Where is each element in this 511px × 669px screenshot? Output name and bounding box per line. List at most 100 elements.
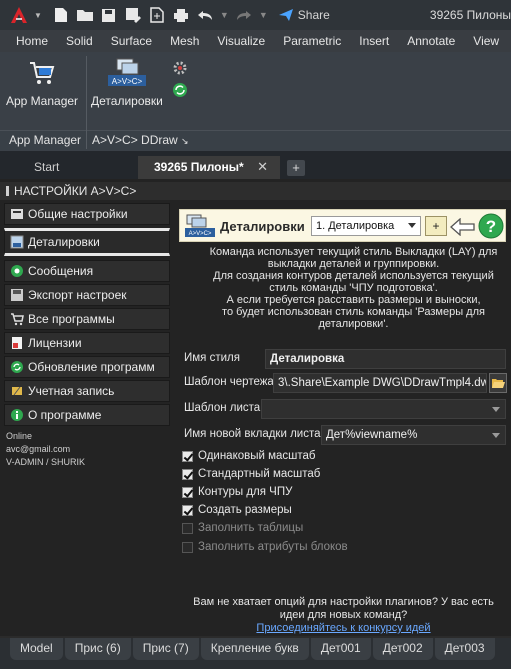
checkbox-box[interactable] xyxy=(182,450,193,462)
checkbox-label: Одинаковый масштаб xyxy=(198,450,316,462)
checkbox-box[interactable] xyxy=(182,504,193,516)
chevron-down-icon xyxy=(492,433,500,438)
nav-item-export[interactable]: Экспорт настроек xyxy=(4,284,170,306)
back-arrow-icon[interactable] xyxy=(450,218,476,236)
ribbon-tab-parametric[interactable]: Parametric xyxy=(274,30,350,52)
share-button[interactable]: Share xyxy=(278,8,330,22)
checkbox-box[interactable] xyxy=(182,468,193,480)
nav-item-all-programs[interactable]: Все программы xyxy=(4,308,170,330)
tab-name-select[interactable]: Дет%viewname% xyxy=(321,425,506,445)
sheet-template-row: Шаблон листа xyxy=(176,399,511,419)
nav-label: Экспорт настроек xyxy=(28,288,127,302)
ribbon-panel-labels: App Manager A>V>C> DDraw ↘ xyxy=(0,130,511,150)
panel-grip-icon xyxy=(6,186,9,196)
nav-item-licenses[interactable]: Лицензии xyxy=(4,332,170,354)
cart-icon xyxy=(11,313,24,326)
footer-line: Вам не хватает опций для настройки плаги… xyxy=(193,596,494,608)
layout-tab[interactable]: Крепление букв xyxy=(200,638,309,660)
checkbox-label: Контуры для ЧПУ xyxy=(198,486,293,498)
checkbox-standard-scale[interactable]: Стандартный масштаб xyxy=(182,466,320,482)
detail-icon xyxy=(10,235,24,249)
template-label: Шаблон чертежа xyxy=(184,376,274,388)
template-row: Шаблон чертежа 3\.Share\Example DWG\DDra… xyxy=(176,373,511,393)
redo-dropdown-icon[interactable]: ▼ xyxy=(259,10,268,20)
layout-tab-model[interactable]: Model xyxy=(10,638,63,660)
new-file-icon[interactable] xyxy=(52,6,70,24)
settings-dialog: НАСТРОЙКИ A>V>C> Общие настройки Деталир… xyxy=(0,179,511,636)
nav-label: Сообщения xyxy=(28,264,94,278)
undo-dropdown-icon[interactable]: ▼ xyxy=(220,10,229,20)
autocad-logo-icon[interactable] xyxy=(6,2,32,28)
nav-item-detail[interactable]: Деталировки xyxy=(4,228,170,256)
help-icon[interactable]: ? xyxy=(478,213,504,239)
app-manager-button[interactable]: App Manager xyxy=(6,58,78,108)
user-account: V-ADMIN / SHURIK xyxy=(6,457,86,467)
document-title: 39265 Пилоны xyxy=(429,8,511,22)
checkbox-box[interactable] xyxy=(182,486,193,498)
layout-tab[interactable]: Дет002 xyxy=(372,638,433,660)
messages-icon xyxy=(11,265,23,277)
open-folder-icon[interactable] xyxy=(76,6,94,24)
checkbox-create-dimensions[interactable]: Создать размеры xyxy=(182,502,292,518)
online-status: Online xyxy=(6,431,33,441)
new-tab-button[interactable]: + xyxy=(287,160,305,176)
ribbon-tab-mesh[interactable]: Mesh xyxy=(161,30,208,52)
print-icon[interactable] xyxy=(172,6,190,24)
command-bar: A>V>C> Деталировки 1. Деталировка + ? xyxy=(179,209,506,242)
description-line: выкладки деталей и группировки. xyxy=(267,258,440,270)
nav-item-messages[interactable]: Сообщения xyxy=(4,260,170,282)
ideas-contest-link[interactable]: Присоединяйтесь к конкурсу идей xyxy=(176,622,511,635)
document-tab-bar: Start 39265 Пилоны* ✕ + xyxy=(0,151,511,179)
template-field[interactable]: 3\.Share\Example DWG\DDrawTmpl4.dwt xyxy=(273,373,487,393)
sheet-template-label: Шаблон листа xyxy=(184,402,261,414)
tab-active-drawing[interactable]: 39265 Пилоны* ✕ xyxy=(138,156,280,179)
layout-tab[interactable]: Прис (6) xyxy=(64,638,131,660)
save-as-icon[interactable] xyxy=(124,6,142,24)
checkbox-fill-tables[interactable]: Заполнить таблицы xyxy=(182,520,303,536)
nav-label: Общие настройки xyxy=(28,207,128,221)
style-name-label: Имя стиля xyxy=(184,352,240,364)
command-title: Деталировки xyxy=(220,219,305,234)
ribbon-tab-solid[interactable]: Solid xyxy=(57,30,102,52)
layout-tab-bar: Model Прис (6) Прис (7) Крепление букв Д… xyxy=(0,638,511,669)
ddraw-settings-icon[interactable] xyxy=(172,60,188,79)
panel-label-ddraw: A>V>C> DDraw xyxy=(92,133,178,147)
chevron-down-icon xyxy=(408,223,416,228)
share-icon xyxy=(278,9,293,21)
nav-item-general[interactable]: Общие настройки xyxy=(4,203,170,225)
detail-drawing-icon: A>V>C> xyxy=(107,58,146,86)
settings-icon xyxy=(11,209,23,219)
app-menu-caret-icon[interactable]: ▼ xyxy=(34,11,42,20)
ribbon-tab-insert[interactable]: Insert xyxy=(350,30,398,52)
nav-item-about[interactable]: О программе xyxy=(4,404,170,426)
checkbox-box[interactable] xyxy=(182,522,193,534)
layout-tab[interactable]: Дет001 xyxy=(310,638,371,660)
style-select[interactable]: 1. Деталировка xyxy=(311,216,421,236)
ribbon-tab-visualize[interactable]: Visualize xyxy=(208,30,274,52)
panel-expand-icon[interactable]: ↘ xyxy=(181,136,189,147)
ribbon-tab-annotate[interactable]: Annotate xyxy=(398,30,464,52)
save-icon[interactable] xyxy=(100,6,118,24)
add-style-button[interactable]: + xyxy=(425,216,447,236)
ddraw-update-icon[interactable] xyxy=(172,82,188,101)
browse-button[interactable] xyxy=(489,373,507,393)
checkbox-fill-block-attributes[interactable]: Заполнить атрибуты блоков xyxy=(182,539,348,555)
redo-icon[interactable] xyxy=(235,6,253,24)
tab-start[interactable]: Start xyxy=(14,156,136,179)
nav-item-account[interactable]: Учетная запись xyxy=(4,380,170,402)
sheet-template-select[interactable] xyxy=(261,399,506,419)
nav-item-updates[interactable]: Обновление программ xyxy=(4,356,170,378)
layout-tab[interactable]: Дет003 xyxy=(434,638,495,660)
ribbon-tab-home[interactable]: Home xyxy=(0,30,57,52)
checkbox-box[interactable] xyxy=(182,541,193,553)
ribbon-tab-surface[interactable]: Surface xyxy=(102,30,161,52)
style-name-field[interactable]: Деталировка xyxy=(265,349,506,369)
detail-button[interactable]: A>V>C> Деталировки xyxy=(91,58,163,108)
undo-icon[interactable] xyxy=(196,6,214,24)
checkbox-cnc-contours[interactable]: Контуры для ЧПУ xyxy=(182,484,292,500)
layout-tab[interactable]: Прис (7) xyxy=(132,638,199,660)
ribbon-tab-view[interactable]: View xyxy=(464,30,508,52)
close-tab-icon[interactable]: ✕ xyxy=(257,156,268,178)
checkbox-same-scale[interactable]: Одинаковый масштаб xyxy=(182,448,316,464)
cloud-open-icon[interactable] xyxy=(148,6,166,24)
